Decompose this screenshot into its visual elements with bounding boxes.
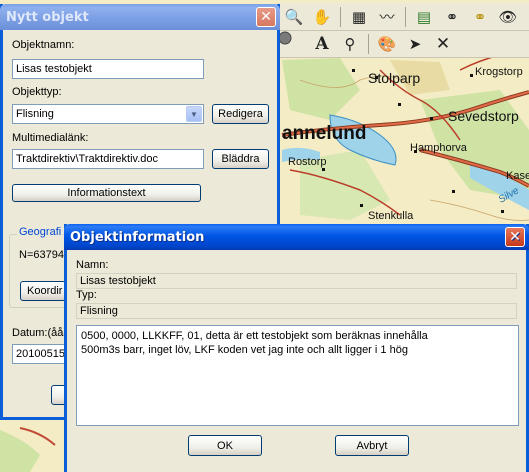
- map-label-hamphorva: Hamphorva: [410, 142, 467, 154]
- objektinformation-titlebar[interactable]: Objektinformation ✕: [64, 224, 529, 250]
- binoculars-area-icon[interactable]: ⚭: [468, 6, 492, 28]
- map-label-stenkulla: Stenkulla: [368, 210, 414, 222]
- text-tool-icon[interactable]: A: [310, 33, 334, 55]
- namn-label: Namn:: [76, 259, 109, 271]
- map-label-sevedstorp: Sevedstorp: [448, 108, 519, 124]
- typ-value: Flisning: [76, 303, 517, 319]
- redigera-button[interactable]: Redigera: [212, 104, 269, 124]
- map-toolbar-top: 🔍 ✋ ▦ 〰 ▤ ⚭ ⚭ 👁: [278, 3, 529, 31]
- measure-icon[interactable]: ▦: [347, 6, 371, 28]
- objekttyp-select[interactable]: Flisning ▼: [12, 104, 204, 124]
- nytt-objekt-titlebar[interactable]: Nytt objekt ✕: [0, 4, 280, 30]
- hand-pan-icon[interactable]: ✋: [310, 6, 334, 28]
- objekttyp-label: Objekttyp:: [12, 86, 62, 98]
- datum-field[interactable]: 20100515: [12, 344, 68, 364]
- zoom-icon[interactable]: 🔍: [282, 6, 306, 28]
- pointer-icon[interactable]: ➤: [403, 33, 427, 55]
- map-label-kasel: Kasel: [506, 170, 529, 182]
- datum-label: Datum:(ååå: [12, 327, 70, 339]
- multimedialank-label: Multimedialänk:: [12, 132, 89, 144]
- delete-x-icon[interactable]: ✕: [431, 33, 455, 55]
- n-coordinate-value: N=63794: [19, 249, 64, 261]
- toolbar-divider: [340, 6, 341, 27]
- chevron-down-icon[interactable]: ▼: [186, 106, 202, 122]
- layer-icon[interactable]: ▤: [412, 6, 436, 28]
- informationstext-memo[interactable]: 0500, 0000, LLKKFF, 01, detta är ett tes…: [76, 325, 519, 426]
- pin-icon[interactable]: ⚲: [338, 33, 362, 55]
- toolbar-divider: [368, 34, 369, 54]
- map-label-rostorp: Rostorp: [288, 156, 327, 168]
- bladdra-button[interactable]: Bläddra: [212, 149, 269, 169]
- map-label-stolparp: Stolparp: [368, 70, 421, 86]
- circle-icon[interactable]: [278, 31, 306, 55]
- close-icon[interactable]: ✕: [505, 227, 525, 247]
- map-label-annelund: annelund: [282, 123, 367, 144]
- toolbar-divider: [405, 6, 406, 27]
- objektinformation-window: Objektinformation ✕ Namn: Lisas testobje…: [64, 224, 529, 472]
- typ-label: Typ:: [76, 289, 97, 301]
- close-icon[interactable]: ✕: [256, 7, 276, 27]
- informationstext-button[interactable]: Informationstext: [12, 184, 201, 202]
- window-title: Objektinformation: [70, 229, 205, 245]
- eye-icon[interactable]: 👁: [496, 6, 520, 28]
- geografi-label: Geografi: [17, 226, 64, 238]
- curve-icon[interactable]: 〰: [375, 6, 399, 28]
- binoculars-icon[interactable]: ⚭: [440, 6, 464, 28]
- map-label-krogstorp: Krogstorp: [475, 66, 523, 78]
- palette-icon[interactable]: 🎨: [375, 33, 399, 55]
- ok-button[interactable]: OK: [188, 435, 262, 456]
- objektnamn-field[interactable]: Lisas testobjekt: [12, 59, 204, 79]
- objektnamn-label: Objektnamn:: [12, 39, 75, 51]
- window-title: Nytt objekt: [6, 9, 89, 25]
- objekttyp-selected: Flisning: [16, 108, 54, 120]
- namn-value: Lisas testobjekt: [76, 273, 517, 289]
- avbryt-button[interactable]: Avbryt: [335, 435, 409, 456]
- map-toolbar-draw: A ⚲ 🎨 ➤ ✕: [278, 31, 529, 58]
- multimedialank-field[interactable]: Traktdirektiv\Traktdirektiv.doc: [12, 149, 204, 169]
- koordinat-button[interactable]: Koordir: [20, 281, 66, 301]
